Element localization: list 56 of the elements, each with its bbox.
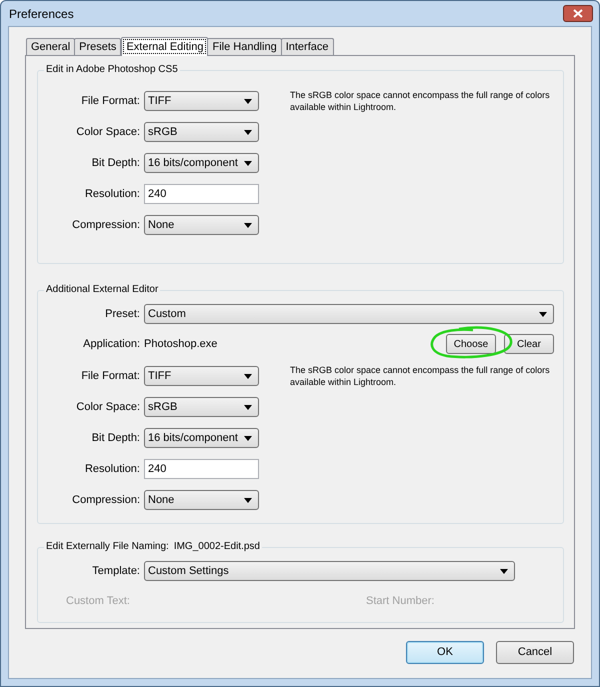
app-button[interactable]: Choose [446,334,496,354]
dropdown[interactable]: None [144,490,259,510]
group-title: Additional External Editor [46,283,158,297]
group-title: Edit in Adobe Photoshop CS5 [46,63,178,77]
caret-icon [500,568,508,574]
tab[interactable]: File Handling [207,38,282,55]
info-note: The sRGB color space cannot encompass the full range of colors available within Lightroom. [290,89,550,114]
caret-icon [539,312,547,316]
application-name: Photoshop.exe [144,336,218,352]
field-label: Preset: [104,306,140,322]
field-label: Template: [91,564,140,579]
tab[interactable]: Interface [280,38,334,55]
dropdown[interactable]: sRGB [144,122,259,142]
caret-icon [244,130,252,134]
field-label: File Format: [80,94,140,109]
field-label: Compression: [71,218,140,233]
caret-icon [244,498,252,502]
field-label: Compression: [71,492,140,508]
field-label: Application: [82,336,140,352]
close-button[interactable] [563,5,593,22]
tab[interactable]: External Editing [121,37,208,56]
dropdown[interactable]: TIFF [144,366,259,386]
group-title: Edit Externally File Naming: [46,540,169,554]
caret-icon [244,160,252,166]
field-label: Color Space: [75,124,140,140]
caret-icon [244,98,252,104]
dropdown[interactable]: sRGB [144,397,259,417]
dropdown[interactable]: None [144,215,259,235]
dropdown[interactable]: 16 bits/component [144,428,259,448]
caret-icon [244,436,252,440]
field-label: Bit Depth: [90,430,140,446]
tab[interactable]: General [26,38,76,55]
dropdown[interactable]: 16 bits/component [144,153,259,173]
dialog-button[interactable]: Cancel [496,641,574,664]
app-button[interactable]: Clear [504,334,554,354]
caret-icon [244,404,252,410]
field-label: Bit Depth: [90,156,140,171]
text-field[interactable]: 240 [144,459,259,479]
caret-icon [244,222,252,228]
window-title: Preferences [9,6,74,22]
dialog-button[interactable]: OK [406,641,484,664]
field-label: File Format: [80,368,140,384]
field-label: Custom Text: [65,594,131,609]
caret-icon [244,374,252,378]
file-name-example: IMG_0002-Edit.psd [174,540,260,554]
field-label: Resolution: [84,462,140,477]
dropdown[interactable]: Custom Settings [144,561,515,581]
close-icon [573,9,583,18]
dropdown[interactable]: TIFF [144,91,259,111]
field-label: Resolution: [84,186,140,202]
field-label: Start Number: [366,594,434,609]
dropdown[interactable]: Custom [144,304,554,324]
tab[interactable]: Presets [74,38,122,55]
text-field[interactable]: 240 [144,184,259,204]
info-note: The sRGB color space cannot encompass the full range of colors available within Lightroom. [290,364,550,389]
field-label: Color Space: [75,400,140,415]
